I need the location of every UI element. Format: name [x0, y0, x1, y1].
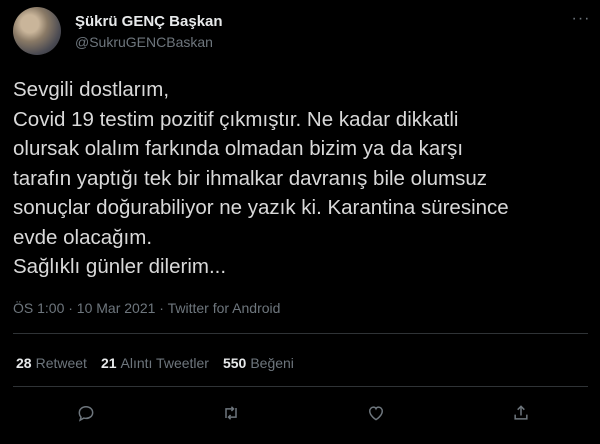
tweet-line: tarafın yaptığı tek bir ihmalkar davranı… — [13, 166, 487, 190]
tweet-line: olursak olalım farkında olmadan bizim ya… — [13, 137, 464, 160]
tweet-line: Covid 19 testim pozitif çıkmıştır. Ne ka… — [13, 107, 459, 131]
retweets-label: Retweet — [35, 355, 87, 371]
retweet-icon[interactable] — [218, 400, 244, 426]
avatar[interactable] — [13, 7, 61, 55]
tweet-line: Sevgili dostlarım, — [13, 78, 170, 101]
retweets-stat[interactable]: 28 Retweet — [16, 355, 87, 371]
more-options-icon[interactable]: ··· — [570, 8, 592, 30]
retweets-count: 28 — [16, 355, 32, 371]
tweet-line: sonuçlar doğurabiliyor ne yazık ki. Kara… — [13, 196, 509, 219]
divider — [13, 333, 588, 334]
quotes-count: 21 — [100, 355, 117, 371]
author-handle[interactable]: @SukruGENCBaskan — [75, 34, 213, 50]
tweet-text: Sevgili dostlarım, Covid 19 testim pozit… — [13, 75, 583, 282]
likes-stat[interactable]: 550 Beğeni — [223, 355, 294, 371]
reply-icon[interactable] — [73, 400, 99, 426]
tweet-stats: 28 Retweet 21 Alıntı Tweetler 550 Beğeni — [16, 355, 294, 371]
tweet-line: Sağlıklı günler dilerim... — [13, 255, 227, 278]
likes-count: 550 — [222, 355, 247, 371]
action-bar — [0, 400, 600, 426]
tweet-timestamp[interactable]: ÖS 1:00 · 10 Mar 2021 · Twitter for Andr… — [13, 300, 280, 316]
tweet-card: Şükrü GENÇ Başkan @SukruGENCBaskan ··· S… — [0, 0, 600, 444]
author-name[interactable]: Şükrü GENÇ Başkan — [75, 13, 223, 30]
share-icon[interactable] — [508, 400, 534, 426]
tweet-line: evde olacağım. — [13, 225, 153, 249]
like-icon[interactable] — [363, 400, 389, 426]
quotes-stat[interactable]: 21 Alıntı Tweetler — [101, 355, 209, 371]
quotes-label: Alıntı Tweetler — [120, 355, 209, 371]
divider — [13, 386, 588, 387]
likes-label: Beğeni — [250, 355, 294, 371]
